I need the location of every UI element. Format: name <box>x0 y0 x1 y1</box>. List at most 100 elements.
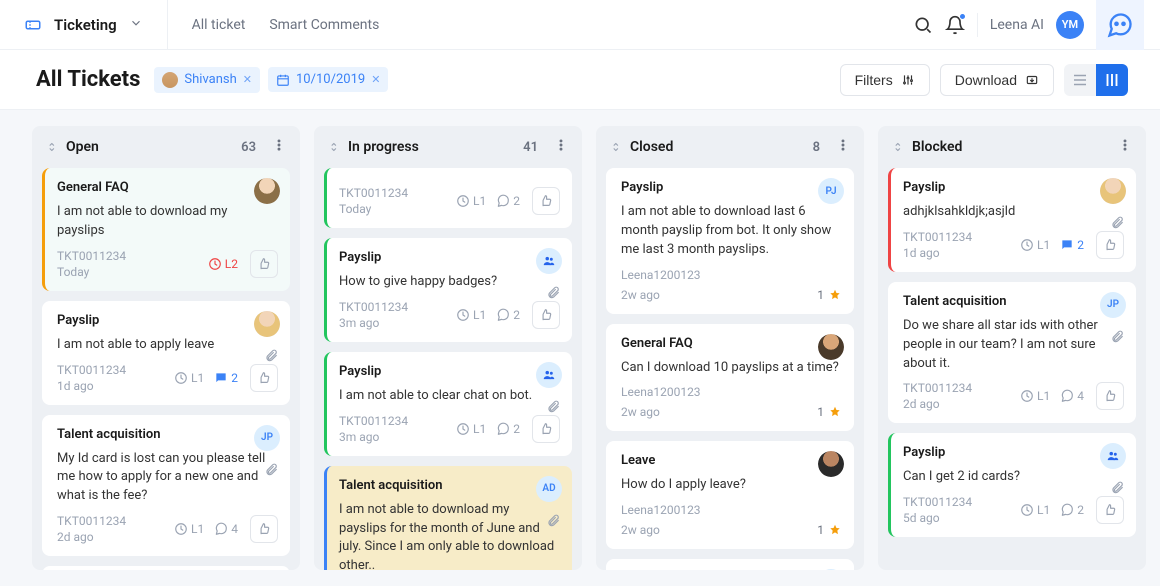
chat-icon <box>496 194 510 208</box>
ticket-card[interactable]: PayslipI am not able to clear chat on bo… <box>324 352 572 456</box>
ticket-card[interactable]: Talent acquisitionJPDo we share all star… <box>888 282 1136 424</box>
sla-badge: L2 <box>208 257 238 271</box>
approve-button[interactable] <box>532 415 560 443</box>
nav-smart-comments[interactable]: Smart Comments <box>269 17 379 33</box>
rating: 1 <box>817 523 842 537</box>
card-description: I am not able to download my payslips fo… <box>339 501 560 570</box>
clock-icon <box>456 422 470 436</box>
card-category: Payslip <box>621 180 842 195</box>
thumb-icon <box>1103 389 1117 403</box>
board[interactable]: Open 63 General FAQI am not able to down… <box>0 110 1160 586</box>
ticket-time: 2w ago <box>621 523 660 537</box>
ticket-card[interactable]: PayslipHow to give happy badges? TKT0011… <box>324 238 572 342</box>
column-body[interactable]: Payslipadhjklsahkldjk;asjld TKT0011234 1… <box>878 168 1146 570</box>
group-icon <box>542 254 556 268</box>
bell-icon[interactable] <box>945 15 965 35</box>
list-view-button[interactable] <box>1064 64 1096 96</box>
page-title: All Tickets <box>36 67 140 92</box>
ticket-card[interactable]: TKT0011234 Today L12 <box>324 168 572 228</box>
column-count: 41 <box>523 140 538 155</box>
group-icon <box>542 368 556 382</box>
thumb-icon <box>257 257 271 271</box>
ticket-time: 3m ago <box>339 316 408 330</box>
ticket-time: 2w ago <box>621 405 660 419</box>
group-icon <box>1106 449 1120 463</box>
filters-button[interactable]: Filters <box>840 64 930 96</box>
column-header: Blocked <box>878 126 1146 168</box>
approve-button[interactable] <box>1096 382 1124 410</box>
card-assignee: Leena1200123 <box>621 503 842 517</box>
approve-button[interactable] <box>1096 496 1124 524</box>
ticket-card[interactable]: PayslipHow to add a note or remainer? <box>42 566 290 570</box>
card-description: I am not able to download last 6 month p… <box>621 203 842 260</box>
column-menu[interactable] <box>272 138 286 156</box>
ticket-time: 5d ago <box>903 511 972 525</box>
sort-icon <box>610 140 624 154</box>
sort-icon[interactable] <box>610 140 624 154</box>
card-category: Payslip <box>903 445 1124 460</box>
ticket-card[interactable]: General FAQI am not able to download my … <box>42 168 290 291</box>
ticket-id: TKT0011234 <box>57 514 126 528</box>
sort-icon[interactable] <box>328 140 342 154</box>
column-body[interactable]: TKT0011234 Today L12 PayslipHow to give h… <box>314 168 582 570</box>
filters-label: Filters <box>855 72 893 88</box>
app-logo-icon[interactable] <box>1096 0 1144 50</box>
card-description: adhjklsahkldjk;asjld <box>903 203 1124 222</box>
column-menu[interactable] <box>1118 138 1132 156</box>
subheader-actions: Filters Download <box>840 64 1128 96</box>
assignee-initials: PJ <box>818 178 844 204</box>
clock-icon <box>174 522 188 536</box>
column-count: 8 <box>813 140 820 155</box>
approve-button[interactable] <box>250 250 278 278</box>
chat-icon <box>1060 503 1074 517</box>
topbar-app-switcher[interactable]: Ticketing <box>0 0 168 49</box>
chevron-down-icon[interactable] <box>129 16 143 34</box>
download-button[interactable]: Download <box>940 64 1054 96</box>
close-icon[interactable]: ✕ <box>371 73 380 86</box>
column-menu[interactable] <box>836 138 850 156</box>
filter-chip-user[interactable]: Shivansh ✕ <box>154 67 260 93</box>
assignee-avatar <box>254 178 280 204</box>
ticket-card[interactable]: Talent acquisitionJPMy Id card is lost c… <box>42 415 290 557</box>
search-icon[interactable] <box>913 15 933 35</box>
attachment-icon <box>264 349 278 367</box>
attach-icon <box>1110 481 1124 495</box>
ticket-id: TKT0011234 <box>903 495 972 509</box>
approve-button[interactable] <box>250 364 278 392</box>
nav-all-ticket[interactable]: All ticket <box>192 17 246 33</box>
ticket-card[interactable]: LeaveHow do I apply leave?Leena12001232w… <box>606 441 854 549</box>
sort-icon[interactable] <box>892 140 906 154</box>
approve-button[interactable] <box>532 301 560 329</box>
sort-icon[interactable] <box>46 140 60 154</box>
approve-button[interactable] <box>1096 231 1124 259</box>
card-category: Payslip <box>903 180 1124 195</box>
ticket-card[interactable]: Payslipadhjklsahkldjk;asjld TKT0011234 1… <box>888 168 1136 272</box>
board-view-button[interactable] <box>1096 64 1128 96</box>
clock-icon <box>456 308 470 322</box>
star-icon <box>828 288 842 302</box>
ticket-card[interactable]: PayslipCan I get 2 id cards? TKT0011234 … <box>888 433 1136 537</box>
user-avatar[interactable]: YM <box>1056 11 1084 39</box>
approve-button[interactable] <box>250 515 278 543</box>
card-description: How to give happy badges? <box>339 273 560 292</box>
approve-button[interactable] <box>532 187 560 215</box>
column-body[interactable]: General FAQI am not able to download my … <box>32 168 300 570</box>
ticket-card[interactable]: Talent acquisitionADI am not able to dow… <box>324 466 572 570</box>
ticket-card[interactable]: PayslipPJI am not able to download last … <box>606 168 854 314</box>
filter-chip-date[interactable]: 10/10/2019 ✕ <box>268 67 388 92</box>
close-icon[interactable]: ✕ <box>243 73 252 86</box>
filter-date-label: 10/10/2019 <box>296 72 365 87</box>
user-avatar-icon <box>162 72 178 88</box>
ticket-card[interactable]: PayslipI am not able to apply leave TKT0… <box>42 301 290 405</box>
more-icon <box>554 138 568 152</box>
level-badge: L1 <box>456 194 486 208</box>
ticket-card[interactable]: LeavePJDo I still need to send an email … <box>606 559 854 570</box>
ticket-time: Today <box>57 265 126 279</box>
column-menu[interactable] <box>554 138 568 156</box>
download-icon <box>1025 73 1039 87</box>
ticket-id: TKT0011234 <box>903 381 972 395</box>
ticket-time: 2w ago <box>621 288 660 302</box>
ticket-card[interactable]: General FAQCan I download 10 payslips at… <box>606 324 854 432</box>
assignee-initials: AD <box>536 476 562 502</box>
column-body[interactable]: PayslipPJI am not able to download last … <box>596 168 864 570</box>
